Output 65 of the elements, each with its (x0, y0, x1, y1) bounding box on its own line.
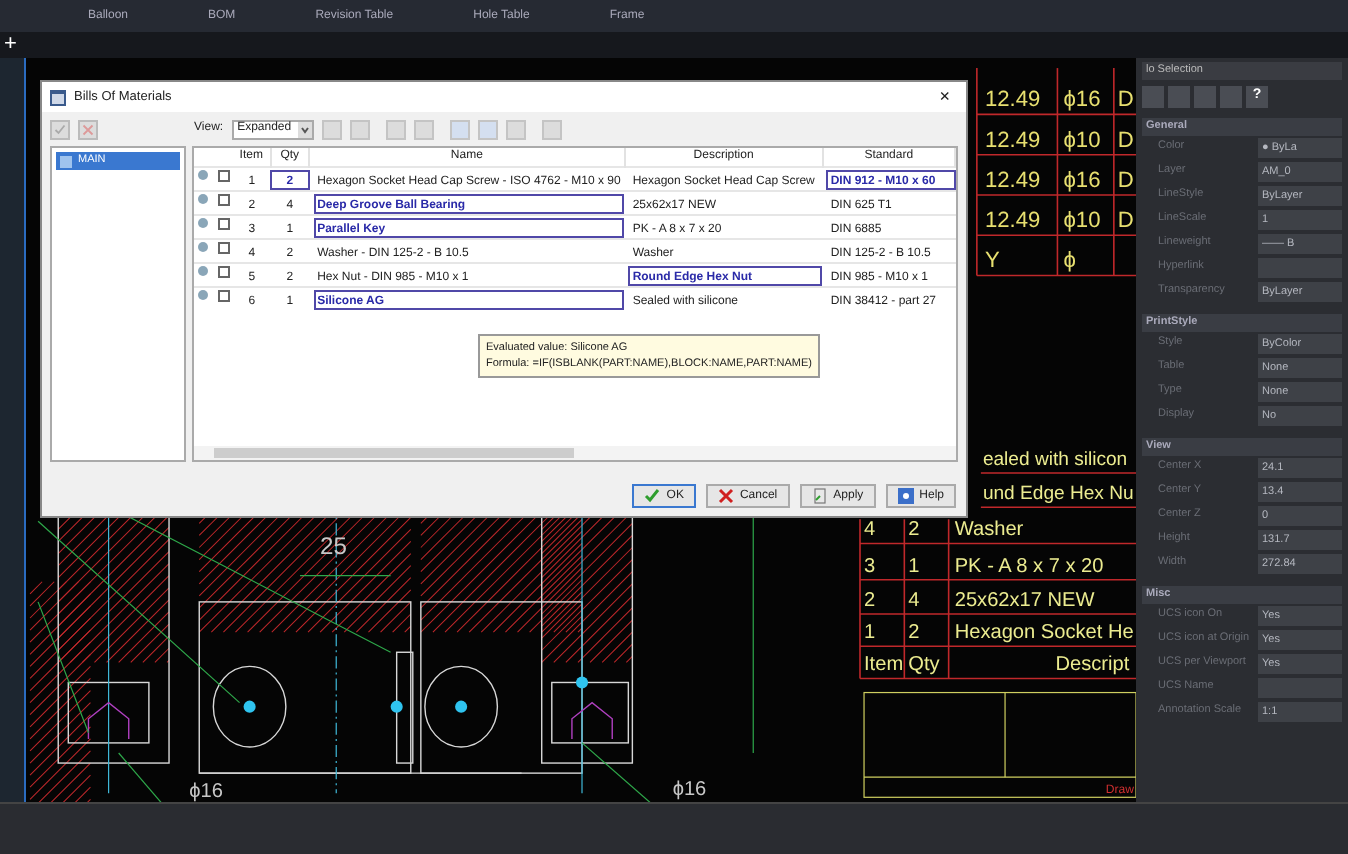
table-text: Washer (954, 518, 1024, 541)
toolbar-button[interactable] (449, 119, 470, 139)
close-icon (717, 488, 734, 504)
toolbar-button[interactable] (1194, 85, 1216, 108)
table-text: ϕ10 (1063, 208, 1101, 233)
table-text: Y (984, 248, 1000, 273)
table-text: Item (864, 653, 904, 676)
table-text: PK - A 8 x 7 x 20 (954, 554, 1104, 577)
table-text: 1 (908, 554, 920, 577)
caret-icon (297, 121, 312, 137)
table-text: Descript (1055, 653, 1130, 676)
toolbar-button[interactable] (1168, 85, 1190, 108)
table-text: Hexagon Socket He (954, 621, 1134, 644)
table-text: ϕ16 (1063, 168, 1101, 193)
table-text: 25x62x17 NEW (954, 589, 1095, 612)
table-text: ϕ16 (1063, 87, 1101, 112)
row-checkbox[interactable] (217, 217, 230, 229)
toolbar-button[interactable] (321, 119, 342, 139)
row-checkbox[interactable] (217, 289, 230, 302)
row-checkbox[interactable] (217, 193, 230, 205)
toolbar-button[interactable] (1220, 85, 1242, 108)
row-checkbox[interactable] (217, 241, 230, 253)
folder-icon (60, 155, 72, 167)
toolbar-button[interactable] (477, 119, 498, 139)
table-text: 12.49 (984, 127, 1041, 152)
window-icon (50, 89, 66, 105)
check-icon (644, 488, 661, 504)
close-icon (82, 123, 94, 135)
row-checkbox[interactable] (217, 265, 230, 277)
table-text: 2 (908, 518, 920, 541)
close-button[interactable]: × (931, 88, 958, 106)
table-text: D (1117, 168, 1134, 193)
table-text: D (1117, 87, 1134, 112)
table-text: 1 (864, 621, 876, 644)
table-text: 4 (908, 589, 920, 612)
table-text: 2 (908, 621, 920, 644)
document-icon (811, 488, 828, 504)
table-text: D (1117, 208, 1134, 233)
scrollbar-thumb[interactable] (214, 448, 574, 458)
table-text: 12.49 (984, 87, 1041, 112)
table-text: D (1117, 127, 1134, 152)
table-text: und Edge Hex Nu (982, 482, 1134, 505)
table-text: 12.49 (984, 208, 1041, 233)
row-checkbox[interactable] (217, 169, 230, 181)
toolbar-button[interactable] (1142, 85, 1164, 108)
table-text: ϕ10 (1063, 127, 1101, 152)
add-tab-button[interactable]: + (0, 33, 21, 56)
check-button[interactable] (50, 119, 70, 139)
toolbar-button[interactable] (413, 119, 434, 139)
table-text: 3 (864, 554, 876, 577)
check-icon (54, 123, 66, 135)
horizontal-scrollbar[interactable] (194, 446, 956, 460)
dimension-text: ϕ16 (189, 780, 223, 803)
table-text: ϕ (1063, 248, 1076, 273)
table-text: 12.49 (984, 168, 1041, 193)
table-text: ealed with silicon (982, 448, 1128, 471)
table-text: Qty (908, 653, 940, 676)
table-text: 2 (864, 589, 876, 612)
toolbar-button[interactable] (505, 119, 526, 139)
table-text: 4 (864, 518, 876, 541)
toolbar-button[interactable] (541, 119, 562, 139)
toolbar-button[interactable] (349, 119, 370, 139)
toolbar-button[interactable] (385, 119, 406, 139)
remove-button[interactable] (78, 119, 98, 139)
dimension-text: ϕ16 (672, 778, 707, 801)
